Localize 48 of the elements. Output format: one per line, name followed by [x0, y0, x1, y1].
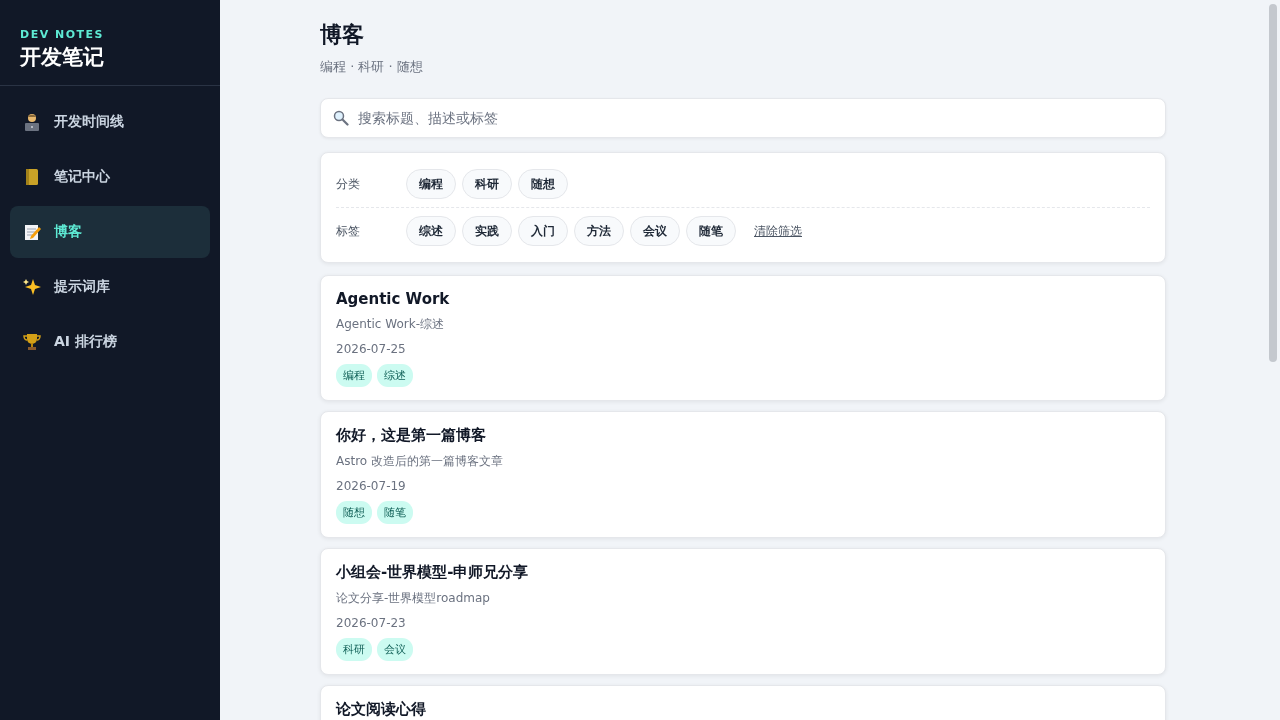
post-description: 论文分享-世界模型roadmap [336, 590, 490, 607]
memo-pencil-icon [22, 222, 42, 242]
page-title: 博客 [320, 21, 365, 49]
tag-chip[interactable]: 综述 [406, 216, 456, 246]
nav-item[interactable]: 博客 [10, 206, 210, 258]
tag-chip[interactable]: 随笔 [686, 216, 736, 246]
page-subtitle: 编程 · 科研 · 随想 [320, 58, 423, 76]
post-tag: 编程 [336, 364, 372, 387]
filter-label: 标签 [336, 222, 361, 240]
nav-item[interactable]: 开发时间线 [10, 96, 210, 148]
scrollbar-thumb[interactable] [1269, 4, 1277, 362]
post-card[interactable]: Agentic Work Agentic Work-综述 2026-07-25 编程 综述 [320, 275, 1166, 401]
laptop-user-icon [22, 112, 42, 132]
post-title: 小组会-世界模型-申师兄分享 [336, 563, 529, 582]
post-card[interactable]: 小组会-世界模型-申师兄分享 论文分享-世界模型roadmap 2026-07-23 科研 会议 [320, 548, 1166, 675]
post-title: Agentic Work [336, 290, 450, 308]
post-tag: 随想 [336, 501, 372, 524]
tag-chip[interactable]: 实践 [462, 216, 512, 246]
post-date: 2026-07-25 [336, 342, 406, 356]
category-chip[interactable]: 随想 [518, 169, 568, 199]
post-card[interactable]: 论文阅读心得 [320, 685, 1166, 720]
nav-item[interactable]: 笔记中心 [10, 151, 210, 203]
post-date: 2026-07-23 [336, 616, 406, 630]
nav-item[interactable]: 提示词库 [10, 261, 210, 313]
brand-title: 开发笔记 [20, 44, 105, 71]
post-title: 论文阅读心得 [336, 700, 426, 719]
post-card[interactable]: 你好，这是第一篇博客 Astro 改造后的第一篇博客文章 2026-07-19 随想 随笔 [320, 411, 1166, 538]
clear-filters-link[interactable]: 清除筛选 [754, 222, 802, 240]
nav-item[interactable]: AI 排行榜 [10, 316, 210, 368]
search-icon [333, 110, 349, 126]
sparkles-icon [22, 277, 42, 297]
tag-chip[interactable]: 方法 [574, 216, 624, 246]
post-date: 2026-07-19 [336, 479, 406, 493]
tag-chip[interactable]: 会议 [630, 216, 680, 246]
category-chip[interactable]: 科研 [462, 169, 512, 199]
trophy-icon [22, 332, 42, 352]
brand-kicker: DEV NOTES [20, 28, 105, 41]
tag-chip[interactable]: 入门 [518, 216, 568, 246]
category-chip[interactable]: 编程 [406, 169, 456, 199]
post-description: Astro 改造后的第一篇博客文章 [336, 453, 503, 470]
search-field[interactable]: 搜索标题、描述或标签 [320, 98, 1166, 138]
post-tag: 综述 [377, 364, 413, 387]
post-title: 你好，这是第一篇博客 [336, 426, 486, 445]
filter-label: 分类 [336, 175, 361, 193]
post-description: Agentic Work-综述 [336, 316, 444, 333]
post-tag: 会议 [377, 638, 413, 661]
post-tag: 随笔 [377, 501, 413, 524]
post-tag: 科研 [336, 638, 372, 661]
